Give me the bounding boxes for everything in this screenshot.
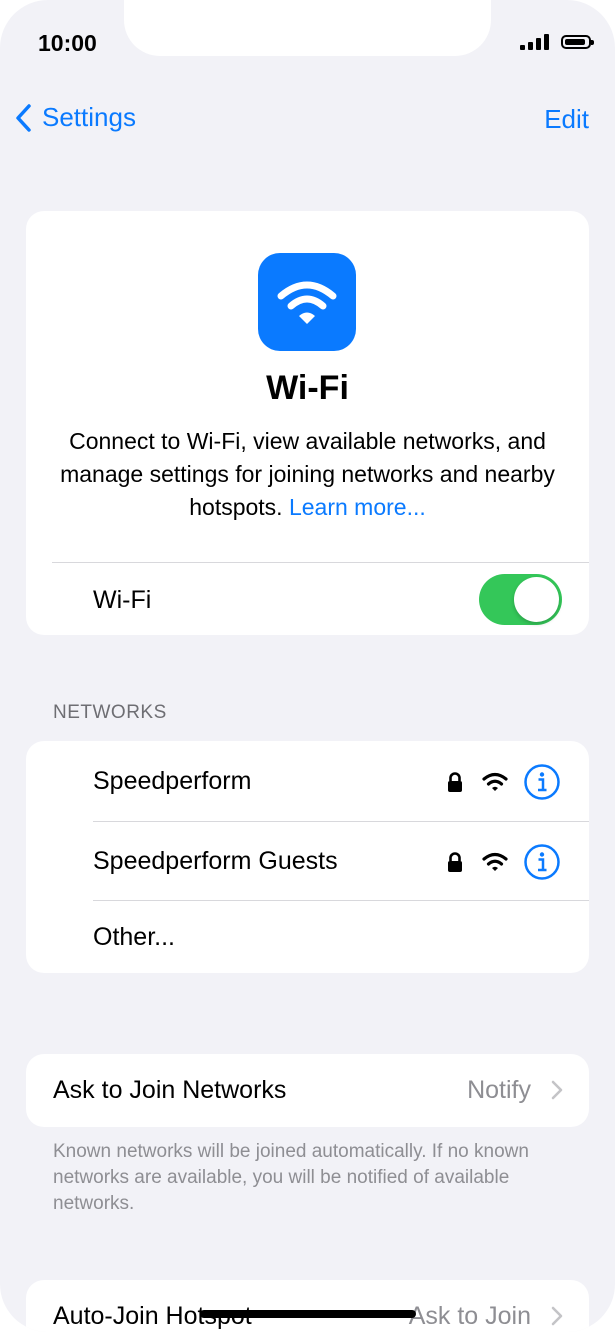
wifi-app-icon [258,253,356,351]
wifi-toggle[interactable] [479,574,562,625]
other-network-label: Other... [93,923,175,951]
status-time: 10:00 [38,30,97,56]
learn-more-link[interactable]: Learn more... [289,494,426,520]
lock-icon [448,852,462,872]
networks-header: NETWORKS [53,702,167,723]
wifi-signal-icon [482,772,508,791]
auto-join-value: Ask to Join [408,1302,531,1330]
back-label: Settings [42,102,136,132]
info-icon[interactable] [523,843,561,881]
lock-icon [448,772,462,792]
divider [52,562,589,563]
network-name: Speedperform Guests [93,847,338,875]
ask-to-join-footnote: Known networks will be joined automatica… [53,1141,529,1214]
chevron-right-icon [551,1306,563,1326]
auto-join-hotspot-row[interactable]: Auto-Join Hotspot Ask to Join [26,1280,589,1332]
chevron-right-icon [551,1080,563,1100]
network-row[interactable]: Speedperform [26,741,589,821]
wifi-signal-icon [482,852,508,871]
info-icon[interactable] [523,763,561,801]
edit-button[interactable]: Edit [544,104,589,135]
back-button[interactable]: Settings [14,102,136,133]
wifi-info-card: Wi-Fi Connect to Wi-Fi, view available n… [26,211,589,635]
hero-description: Connect to Wi-Fi, view available network… [46,425,569,524]
network-name: Speedperform [93,767,252,795]
status-icons [520,34,594,50]
chevron-left-icon [16,103,31,132]
cellular-signal-icon [520,34,549,50]
wifi-toggle-label: Wi-Fi [93,586,152,614]
networks-list: Speedperform Speedperform Guests Other..… [26,741,589,973]
other-network-row[interactable]: Other... [26,901,589,973]
page-title: Wi-Fi [266,369,349,407]
ask-to-join-value: Notify [467,1076,531,1104]
ask-to-join-row[interactable]: Ask to Join Networks Notify [26,1054,589,1127]
home-indicator[interactable] [200,1310,416,1318]
ask-to-join-label: Ask to Join Networks [53,1076,287,1104]
toggle-knob [514,577,559,622]
phone-screen: 10:00 Settings Edit Wi-Fi Connect to Wi-… [0,0,615,1332]
network-row[interactable]: Speedperform Guests [26,821,589,901]
battery-icon [561,35,594,49]
notch [124,0,491,56]
